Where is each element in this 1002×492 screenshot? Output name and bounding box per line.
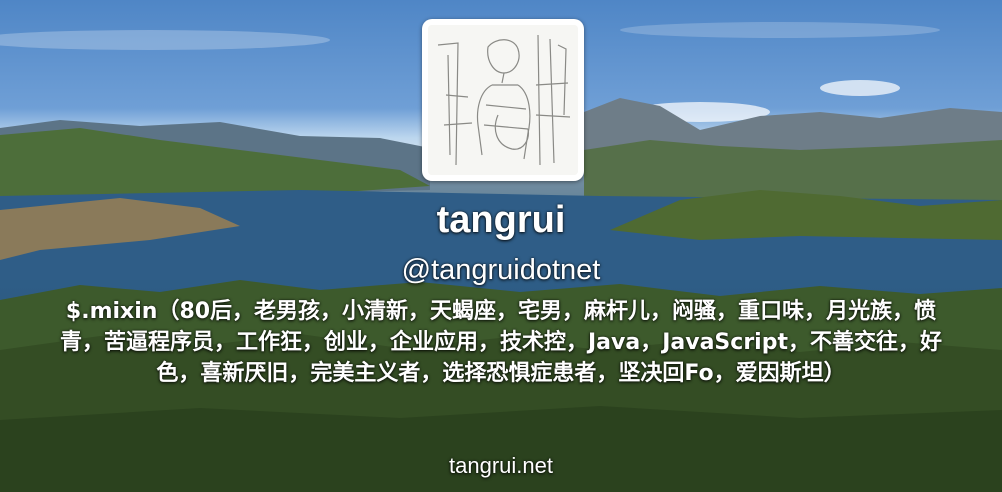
- profile-url-link[interactable]: tangrui.net: [0, 450, 1002, 482]
- avatar-image: [428, 25, 578, 175]
- avatar[interactable]: [422, 19, 584, 181]
- bio-text: $.mixin（80后，老男孩，小清新，天蝎座，宅男，麻杆儿，闷骚，重口味，月光…: [60, 299, 942, 386]
- sketch-portrait-icon: [428, 25, 578, 175]
- display-name: tangrui: [436, 199, 566, 241]
- profile-header: tangrui @tangruidotnet $.mixin（80后，老男孩，小…: [0, 0, 1002, 492]
- screen-name: @tangruidotnet: [401, 254, 601, 286]
